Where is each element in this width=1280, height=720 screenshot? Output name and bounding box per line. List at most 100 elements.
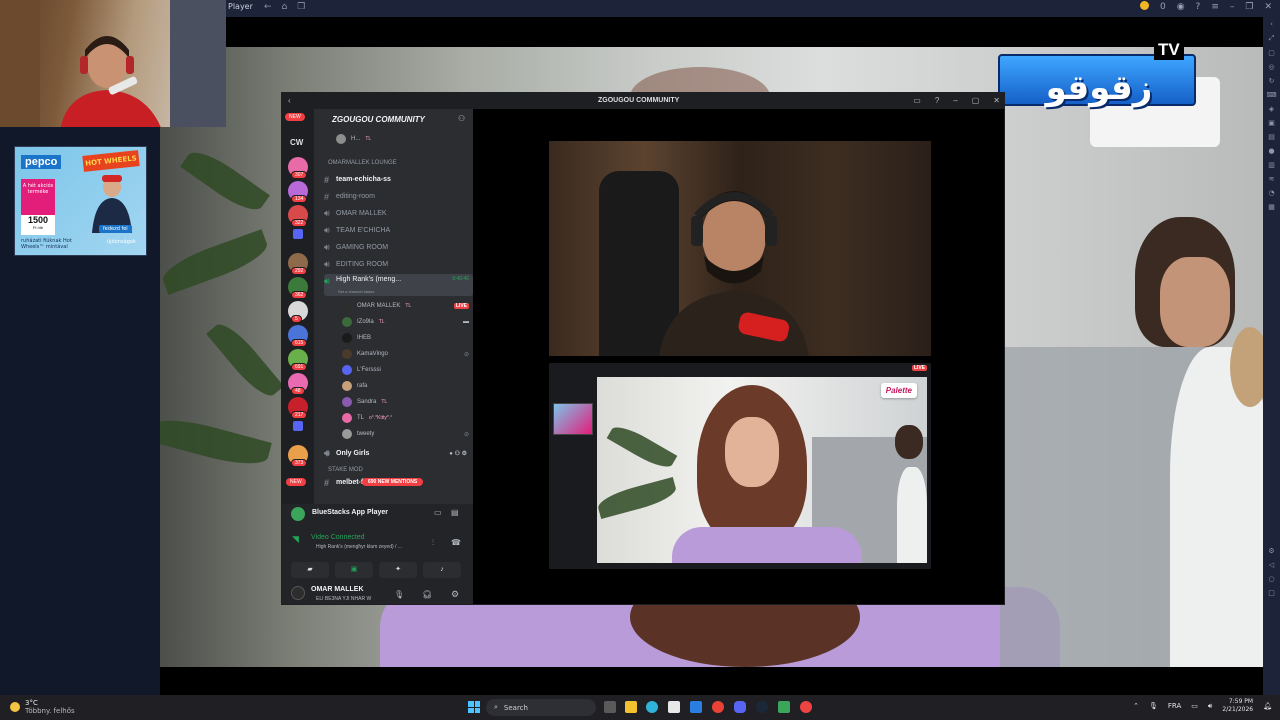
weather-widget[interactable]: 3°C Többny. felhős [10, 699, 75, 715]
minimize-icon[interactable]: – [953, 96, 957, 105]
username[interactable]: OMAR MALLEK [311, 586, 364, 593]
folder-icon[interactable]: ▣ [1268, 119, 1275, 127]
microphone-icon[interactable]: 🎙︎ [394, 590, 404, 599]
task-view-icon[interactable] [604, 701, 616, 713]
expand-icon[interactable]: ⤢ [1269, 34, 1275, 43]
mic-icon[interactable]: 🎙︎ [1149, 702, 1158, 710]
help-icon[interactable]: ? [935, 96, 939, 105]
voice-member[interactable]: tweety ⊘ [342, 426, 473, 442]
layers-icon[interactable]: ▦ [1268, 203, 1275, 211]
bluestacks-icon[interactable] [778, 701, 790, 713]
headset-icon[interactable]: 🎧︎ [422, 590, 432, 599]
voice-member[interactable]: KamaVingo ⊘ [342, 346, 473, 362]
restore-icon[interactable]: ❐ [1245, 2, 1253, 12]
video-tile-webcam[interactable] [549, 141, 931, 356]
home-icon[interactable]: ○ [1268, 575, 1274, 583]
voice-member[interactable]: TL o°.*Kitty*.° [342, 410, 473, 426]
windows-start-icon[interactable] [468, 701, 480, 713]
pepco-ad[interactable]: pepco HOT WHEELS A hét akciós terméke 15… [14, 146, 147, 256]
back-icon[interactable]: ‹ [288, 96, 291, 105]
multi-instance-icon[interactable]: ❐ [297, 2, 305, 12]
channel-status[interactable]: Set a channel status [338, 289, 374, 294]
back-icon[interactable]: ◁ [1269, 561, 1274, 569]
soundboard-button[interactable]: ♪ [423, 562, 461, 578]
video-tile-screenshare[interactable]: LIVE Palette [549, 363, 931, 569]
channel-item[interactable]: 🔊︎ EDITING ROOM [324, 257, 473, 272]
category-header[interactable]: Stake Mod [328, 467, 363, 473]
settings-icon[interactable]: ⚙ [1268, 547, 1274, 555]
channel-item[interactable]: # editing-room [324, 189, 473, 204]
camera-icon[interactable]: ◎ [1268, 63, 1274, 71]
close-icon[interactable]: ✕ [1264, 2, 1272, 12]
folder-icon[interactable] [293, 421, 303, 431]
chrome-icon[interactable] [712, 701, 724, 713]
channel-item[interactable]: 🔊︎ Only Girls ● ⚇ ⚙ [324, 446, 473, 461]
voice-member[interactable]: L'Fersssi [342, 362, 473, 378]
channel-item[interactable]: 🔊︎ OMAR MALLEK [324, 206, 473, 221]
server-cw[interactable]: CW [290, 138, 303, 147]
member-row[interactable]: H... TL [336, 131, 467, 147]
voice-channel-path[interactable]: High Rank's (mengħyr klam zeyed) / ... [316, 544, 402, 550]
settings-icon[interactable]: ⚙ [451, 589, 459, 600]
activities-button[interactable]: ✦ [379, 562, 417, 578]
popout-icon[interactable]: ▤ [451, 508, 459, 517]
store-icon[interactable] [668, 701, 680, 713]
channel-actions-icon[interactable]: ● ⚇ ⚙ [449, 450, 467, 457]
folder-icon[interactable] [293, 229, 303, 239]
rotate-icon[interactable]: ↻ [1269, 77, 1275, 85]
edge-icon[interactable] [646, 701, 658, 713]
ad-cta-button[interactable]: fedezd fel [99, 225, 132, 233]
channel-item[interactable]: 🔊︎ TEAM E'CHICHA [324, 223, 473, 238]
home-icon[interactable]: ⌂ [282, 2, 288, 12]
voice-member[interactable]: OMAR MALLEK TL LIVE [342, 298, 473, 314]
clock[interactable]: 7:59 PM 2/21/2026 [1222, 698, 1253, 714]
notification-icon[interactable]: 🔔︎ [1263, 702, 1272, 710]
maximize-icon[interactable]: ▢ [972, 96, 980, 105]
macro-icon[interactable]: ▥ [1268, 161, 1275, 169]
language-indicator[interactable]: FRA [1168, 702, 1181, 710]
keyboard-icon[interactable]: ⌨ [1266, 91, 1276, 99]
shake-icon[interactable]: ≋ [1269, 175, 1275, 183]
record-icon[interactable]: ● [1268, 147, 1274, 155]
voice-member[interactable]: rafa [342, 378, 473, 394]
eco-icon[interactable]: ◔ [1268, 189, 1274, 197]
obs-icon[interactable] [800, 701, 812, 713]
screen-share-button[interactable]: ▣ [335, 562, 373, 578]
channel-item[interactable]: # team-echicha-ss [324, 172, 473, 187]
menu-icon[interactable]: ≡ [1211, 2, 1219, 12]
noise-suppression-icon[interactable]: ⫶ [432, 538, 434, 548]
add-member-icon[interactable]: ⚇ [458, 114, 465, 123]
volume-icon[interactable]: 🔊︎ [1208, 702, 1212, 711]
voice-member[interactable]: IZo9la TL ▬ [342, 314, 473, 330]
screen-share-icon[interactable]: ▭ [434, 508, 442, 517]
user-avatar[interactable] [291, 586, 305, 600]
window-icon[interactable]: ▢ [1268, 49, 1275, 57]
voice-member[interactable]: IHEB [342, 330, 473, 346]
discord-icon[interactable] [734, 701, 746, 713]
recents-icon[interactable]: □ [1268, 589, 1275, 597]
server-name[interactable]: ZGOUGOU COMMUNITY [332, 115, 425, 124]
minimize-icon[interactable]: – [1230, 2, 1235, 12]
channel-item[interactable]: 🔊︎ GAMING ROOM [324, 240, 473, 255]
help-icon[interactable]: ? [1196, 2, 1201, 12]
inbox-icon[interactable]: ▭ [913, 96, 921, 105]
screenshot-icon[interactable]: ▤ [1268, 133, 1275, 141]
file-explorer-icon[interactable] [625, 701, 637, 713]
voice-member[interactable]: Sandra TL [342, 394, 473, 410]
network-icon[interactable]: ▭ [1191, 702, 1198, 710]
coin-icon[interactable] [1139, 1, 1149, 13]
category-header[interactable]: OMARMALLEK LOUNGE [328, 160, 397, 166]
back-arrow-icon[interactable]: ← [264, 2, 272, 12]
chevron-up-icon[interactable]: ⌃ [1133, 702, 1139, 710]
close-icon[interactable]: ✕ [993, 96, 1000, 105]
chevron-left-icon[interactable]: ‹ [1270, 20, 1273, 28]
video-connected-status[interactable]: Video Connected [311, 534, 365, 541]
mail-icon[interactable] [690, 701, 702, 713]
new-mentions-pill[interactable]: 690 NEW MENTIONS [362, 478, 424, 486]
steam-icon[interactable] [756, 701, 768, 713]
disconnect-icon[interactable]: ☎ [451, 538, 461, 547]
camera-off-button[interactable]: ▰ [291, 562, 329, 578]
account-icon[interactable]: ◉ [1177, 2, 1185, 12]
taskbar-search[interactable]: ⌕ Search [486, 699, 596, 716]
gamepad-icon[interactable]: ◈ [1269, 105, 1274, 113]
